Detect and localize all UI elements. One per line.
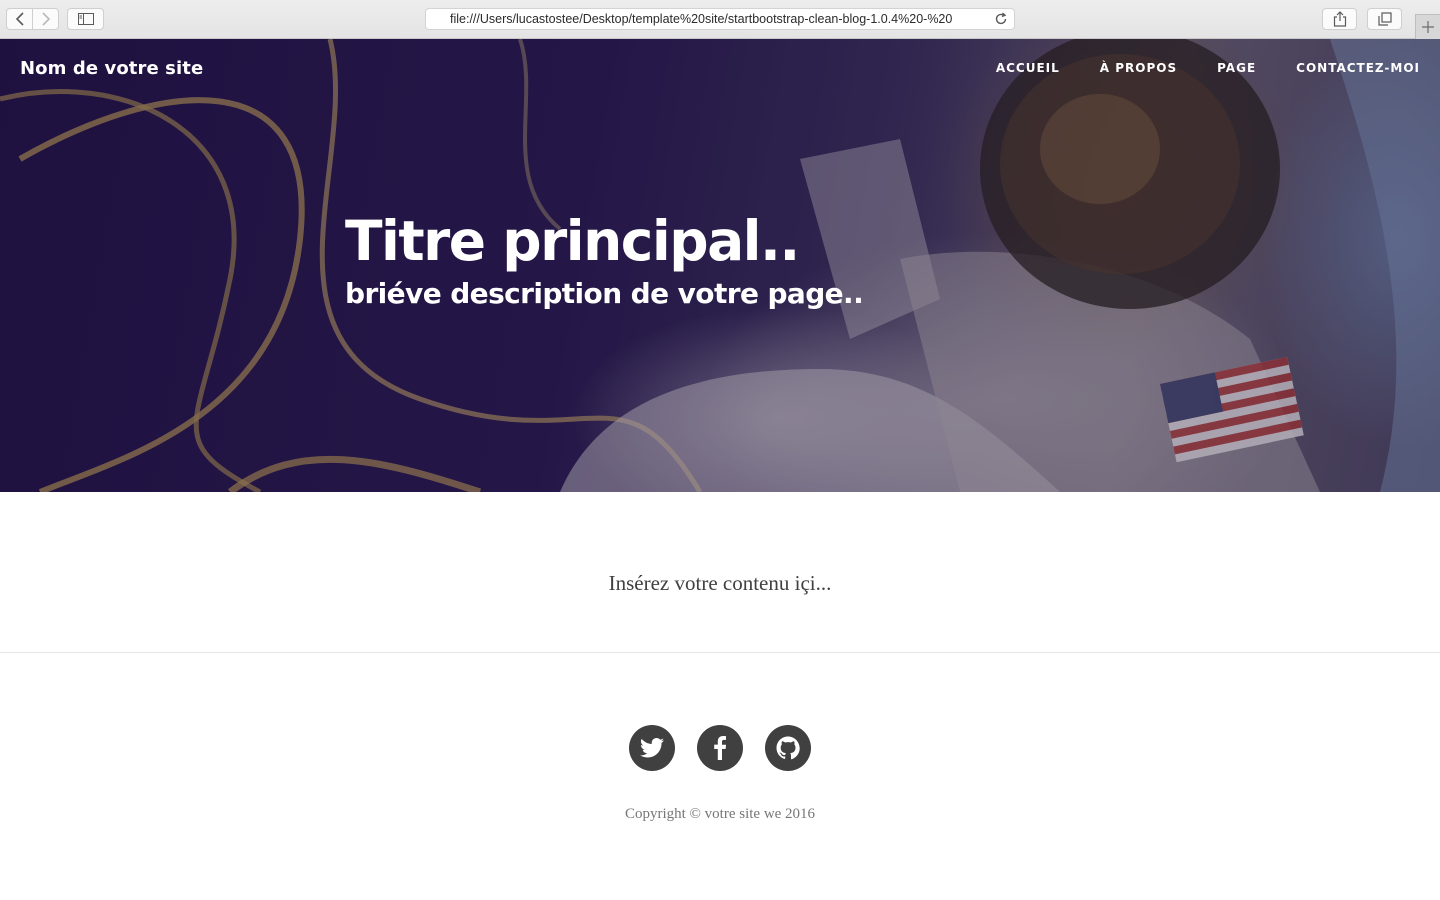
address-bar[interactable]: file:///Users/lucastostee/Desktop/templa… — [425, 8, 1015, 30]
hero-header: Nom de votre site ACCUEIL À PROPOS PAGE … — [0, 39, 1440, 492]
nav-contactez-moi[interactable]: CONTACTEZ-MOI — [1296, 61, 1420, 75]
share-button[interactable] — [1322, 8, 1357, 30]
nav-a-propos[interactable]: À PROPOS — [1100, 61, 1177, 75]
twitter-link[interactable] — [629, 725, 675, 771]
facebook-link[interactable] — [697, 725, 743, 771]
sidebar-toggle-button[interactable] — [67, 8, 104, 30]
footer-divider — [0, 652, 1440, 653]
chevron-left-icon — [15, 12, 24, 26]
plus-icon — [1422, 21, 1434, 33]
reload-icon[interactable] — [994, 12, 1008, 26]
github-link[interactable] — [765, 725, 811, 771]
copyright-text: Copyright © votre site we 2016 — [624, 806, 816, 822]
forward-button[interactable] — [32, 8, 59, 30]
url-text: file:///Users/lucastostee/Desktop/templa… — [450, 12, 953, 26]
tabs-icon — [1377, 12, 1392, 26]
share-icon — [1333, 11, 1346, 27]
github-icon — [776, 736, 800, 760]
new-tab-button[interactable] — [1415, 14, 1440, 39]
browser-toolbar: file:///Users/lucastostee/Desktop/templa… — [0, 0, 1440, 39]
twitter-icon — [640, 738, 664, 758]
chevron-right-icon — [41, 12, 50, 26]
back-button[interactable] — [6, 8, 33, 30]
main-content-text: Insérez votre contenu içi... — [608, 571, 832, 595]
page-subtitle: briéve description de votre page.. — [345, 277, 864, 310]
page-title: Titre principal.. — [345, 209, 800, 273]
site-brand[interactable]: Nom de votre site — [20, 58, 203, 79]
nav-accueil[interactable]: ACCUEIL — [996, 61, 1060, 75]
show-tabs-button[interactable] — [1367, 8, 1402, 30]
nav-page[interactable]: PAGE — [1217, 61, 1256, 75]
social-links — [0, 725, 1440, 771]
sidebar-icon — [77, 13, 94, 25]
facebook-icon — [714, 736, 726, 760]
main-nav: ACCUEIL À PROPOS PAGE CONTACTEZ-MOI — [956, 61, 1420, 75]
